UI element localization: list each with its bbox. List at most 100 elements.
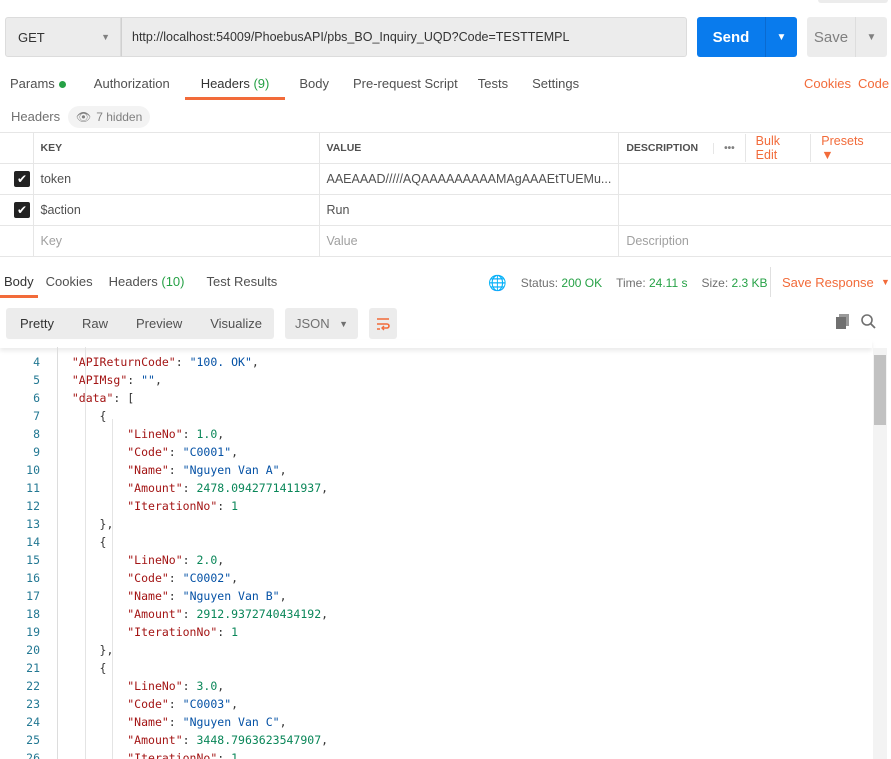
- value-input[interactable]: Value: [318, 225, 619, 257]
- response-body-code[interactable]: 4 "APIReturnCode": "100. OK", 5 "APIMsg":…: [0, 347, 872, 759]
- view-preview[interactable]: Preview: [122, 316, 196, 331]
- tab-label: Test Results: [206, 274, 278, 289]
- description-input[interactable]: Description: [618, 225, 891, 257]
- checkbox-checked[interactable]: ✔: [14, 202, 30, 218]
- punctuation: ,: [217, 553, 225, 567]
- gutter: [40, 551, 58, 569]
- wrap-lines-icon[interactable]: [369, 308, 397, 339]
- json-key: "IterationNo": [127, 499, 218, 513]
- line-number: 5: [33, 373, 40, 387]
- punctuation: ,: [321, 607, 329, 621]
- table-row: ✔ $action Run: [0, 194, 891, 226]
- tab-test-results[interactable]: Test Results: [193, 266, 286, 298]
- format-select[interactable]: JSON ▼: [285, 308, 358, 339]
- copy-icon[interactable]: [836, 314, 850, 332]
- tab-pre-request-script[interactable]: Pre-request Script: [339, 70, 468, 100]
- headers-count: (10): [161, 274, 185, 289]
- save-dropdown-icon[interactable]: ▼: [855, 17, 887, 57]
- code-line: 13 },: [0, 515, 872, 533]
- code-line: 16 "Code": "C0002",: [0, 569, 872, 587]
- gutter: [40, 677, 58, 695]
- tab-settings[interactable]: Settings: [518, 70, 589, 100]
- tab-response-body[interactable]: Body: [0, 266, 42, 298]
- save-label[interactable]: Save: [807, 17, 855, 57]
- colon: :: [168, 571, 183, 585]
- key-input[interactable]: Key: [32, 225, 319, 257]
- save-button[interactable]: Save ▼: [807, 17, 887, 57]
- code-line: 26 "IterationNo": 1: [0, 749, 872, 759]
- cookies-link[interactable]: Cookies: [804, 76, 851, 91]
- json-value: 3448.7963623547907: [196, 733, 322, 747]
- globe-icon[interactable]: 🌐: [488, 274, 507, 292]
- scrollbar-thumb[interactable]: [874, 355, 886, 425]
- line-number: 7: [33, 409, 40, 423]
- gutter: [40, 461, 58, 479]
- hidden-headers-toggle[interactable]: 👁 7 hidden: [68, 106, 151, 128]
- value-cell[interactable]: AAEAAAD/////AQAAAAAAAAAMAgAAAEtTUEMu...: [318, 163, 619, 195]
- colon: :: [182, 607, 197, 621]
- json-value: "100. OK": [189, 355, 252, 369]
- presets-button[interactable]: Presets ▼: [810, 134, 884, 162]
- tab-label: Pre-request Script: [352, 76, 458, 91]
- send-dropdown-icon[interactable]: ▼: [765, 17, 797, 57]
- save-response-button[interactable]: Save Response ▼: [770, 267, 890, 297]
- json-key: "IterationNo": [127, 625, 218, 639]
- code-line: 6 "data": [: [0, 389, 872, 407]
- send-label[interactable]: Send: [697, 17, 765, 57]
- tab-headers[interactable]: Headers (9): [184, 70, 286, 100]
- json-key: "IterationNo": [127, 751, 218, 759]
- more-options-icon[interactable]: •••: [713, 142, 745, 154]
- json-key: "LineNo": [127, 427, 183, 441]
- tab-response-cookies[interactable]: Cookies: [42, 266, 101, 298]
- search-icon[interactable]: [861, 314, 876, 332]
- gutter: [40, 533, 58, 551]
- json-key: "APIMsg": [71, 373, 128, 387]
- checkbox-checked[interactable]: ✔: [14, 171, 30, 187]
- key-cell[interactable]: $action: [32, 194, 319, 226]
- tab-label: Body: [4, 274, 34, 289]
- description-cell[interactable]: [618, 163, 891, 195]
- punctuation: ,: [279, 463, 287, 477]
- view-pretty[interactable]: Pretty: [6, 316, 68, 331]
- value-cell[interactable]: Run: [318, 194, 619, 226]
- code-line: 23 "Code": "C0003",: [0, 695, 872, 713]
- tab-tests[interactable]: Tests: [468, 70, 518, 100]
- tab-body[interactable]: Body: [285, 70, 339, 100]
- json-key: "Code": [127, 697, 169, 711]
- punctuation: ,: [231, 571, 239, 585]
- key-cell[interactable]: token: [32, 163, 319, 195]
- view-visualize[interactable]: Visualize: [196, 316, 276, 331]
- chevron-down-icon: ▼: [101, 32, 110, 42]
- time-label: Time:: [616, 276, 646, 290]
- code-link[interactable]: Code: [858, 76, 889, 91]
- tab-authorization[interactable]: Authorization: [76, 70, 180, 100]
- checkbox-cell: [0, 225, 33, 257]
- gutter: [40, 587, 58, 605]
- view-raw[interactable]: Raw: [68, 316, 122, 331]
- url-input[interactable]: http://localhost:54009/PhoebusAPI/pbs_BO…: [121, 17, 687, 57]
- gutter: [40, 605, 58, 623]
- tab-response-headers[interactable]: Headers (10): [101, 266, 193, 298]
- method-select[interactable]: GET ▼: [5, 17, 121, 57]
- json-key: "Name": [127, 715, 169, 729]
- tab-label: Cookies: [45, 274, 93, 289]
- bulk-edit-button[interactable]: Bulk Edit: [744, 134, 811, 162]
- description-cell[interactable]: [618, 194, 891, 226]
- line-number: 16: [26, 571, 40, 585]
- punctuation: ,: [231, 697, 239, 711]
- punctuation: ,: [231, 445, 239, 459]
- line-number: 6: [33, 391, 40, 405]
- send-button[interactable]: Send ▼: [697, 17, 797, 57]
- code-line: 17 "Name": "Nguyen Van B",: [0, 587, 872, 605]
- json-value: 3.0: [196, 679, 218, 693]
- punctuation: ,: [279, 715, 287, 729]
- tab-params[interactable]: Params: [0, 70, 76, 100]
- json-value: "C0001": [182, 445, 232, 459]
